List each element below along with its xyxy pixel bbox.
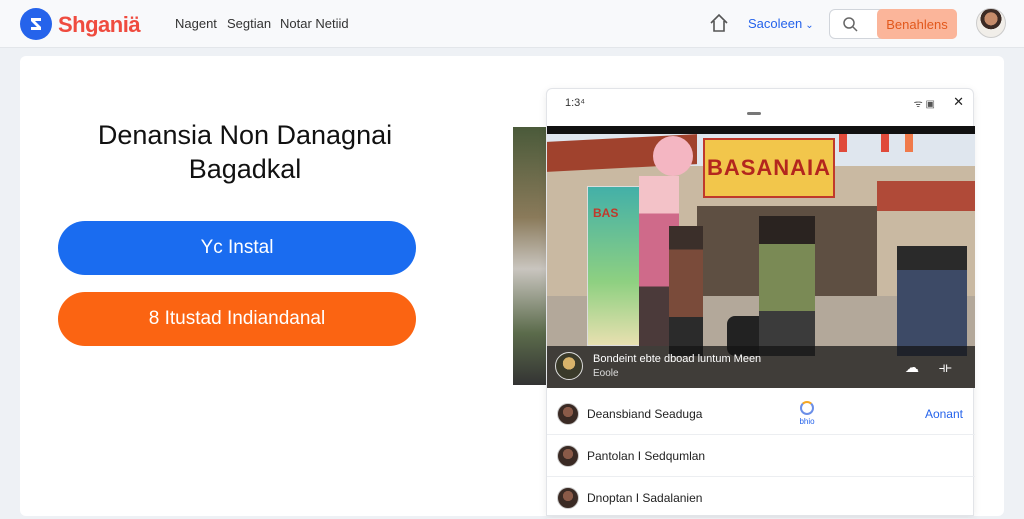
search-icon[interactable] — [842, 16, 858, 32]
video-scene-poster-text: BAS — [593, 206, 619, 220]
video-scene-person — [759, 216, 815, 356]
video-scene-person — [669, 226, 703, 356]
list-item-badge-label: bhio — [799, 417, 815, 426]
avatar — [557, 487, 579, 509]
top-navigation-bar: Shganiä Nagent Segtian Notar Netiid Saco… — [0, 0, 1024, 48]
hero-title: Denansia Non Danagnai Bagadkal — [70, 118, 420, 186]
list-item[interactable]: Deansbiand Seaduga bhio Aonant — [547, 395, 975, 435]
header-cta-button[interactable]: Benahlens — [877, 9, 957, 39]
list-item[interactable]: Pantolan I Sedqumlan — [547, 437, 975, 477]
nav-item-2[interactable]: Segtian — [227, 16, 271, 31]
drag-handle[interactable] — [747, 112, 761, 115]
hero-title-line-1: Denansia Non Danagnai — [97, 120, 393, 150]
home-icon[interactable] — [708, 12, 730, 34]
close-icon[interactable]: ✕ — [953, 94, 964, 110]
video-scene-banner: BASANAIA — [703, 138, 835, 198]
chevron-down-icon: ⌄ — [805, 20, 814, 31]
video-caption-overlay: Bondeint ebte dboad luntum Meen Eoole ☁ … — [547, 346, 975, 388]
nav-item-1[interactable]: Nagent — [175, 16, 217, 31]
category-dropdown[interactable]: Sacoleen ⌄ — [748, 16, 814, 31]
video-scene-roof-right — [877, 181, 975, 211]
video-player[interactable]: BASANAIA BAS Bondeint ebte dboad luntum … — [547, 126, 975, 388]
video-scene-person — [897, 246, 967, 356]
avatar — [557, 445, 579, 467]
install-button[interactable]: Yc Instal — [58, 221, 416, 275]
status-time: 1:3⁴ — [565, 97, 586, 109]
nav-item-3[interactable]: Notar Netiid — [280, 16, 349, 31]
install-secondary-button[interactable]: 8 Itustad Indiandanal — [58, 292, 416, 346]
app-preview-window: 1:3⁴ ᯤ ▣ ✕ BASANAIA BAS Bondeint ebte db… — [546, 88, 975, 519]
video-subtitle: Eoole — [593, 368, 619, 379]
list-item-name: Deansbiand Seaduga — [587, 407, 703, 421]
wifi-battery-icon: ᯤ ▣ — [913, 99, 935, 110]
list-item-action[interactable]: Aonant — [925, 407, 963, 421]
list-item-name: Dnoptan I Sadalanien — [587, 491, 703, 505]
channel-avatar[interactable] — [555, 352, 583, 380]
video-scene-balloon — [653, 136, 693, 176]
background-photo-strip — [513, 127, 547, 385]
video-title: Bondeint ebte dboad luntum Meen — [593, 353, 762, 365]
like-icon[interactable]: ☁ — [905, 359, 919, 376]
video-top-bar — [547, 126, 975, 134]
user-avatar[interactable] — [976, 8, 1006, 38]
brand-name[interactable]: Shganiä — [58, 12, 141, 38]
list-item-badge[interactable]: bhio — [787, 401, 827, 426]
brand-logo-icon[interactable] — [20, 8, 52, 40]
dropdown-label: Sacoleen — [748, 16, 803, 31]
share-icon[interactable]: ⟛ — [939, 359, 952, 376]
list-item[interactable]: Dnoptan I Sadalanien — [547, 479, 975, 519]
hero-title-line-2: Bagadkal — [188, 154, 302, 184]
refresh-icon — [800, 401, 814, 415]
list-item-name: Pantolan I Sedqumlan — [587, 449, 706, 463]
avatar — [557, 403, 579, 425]
